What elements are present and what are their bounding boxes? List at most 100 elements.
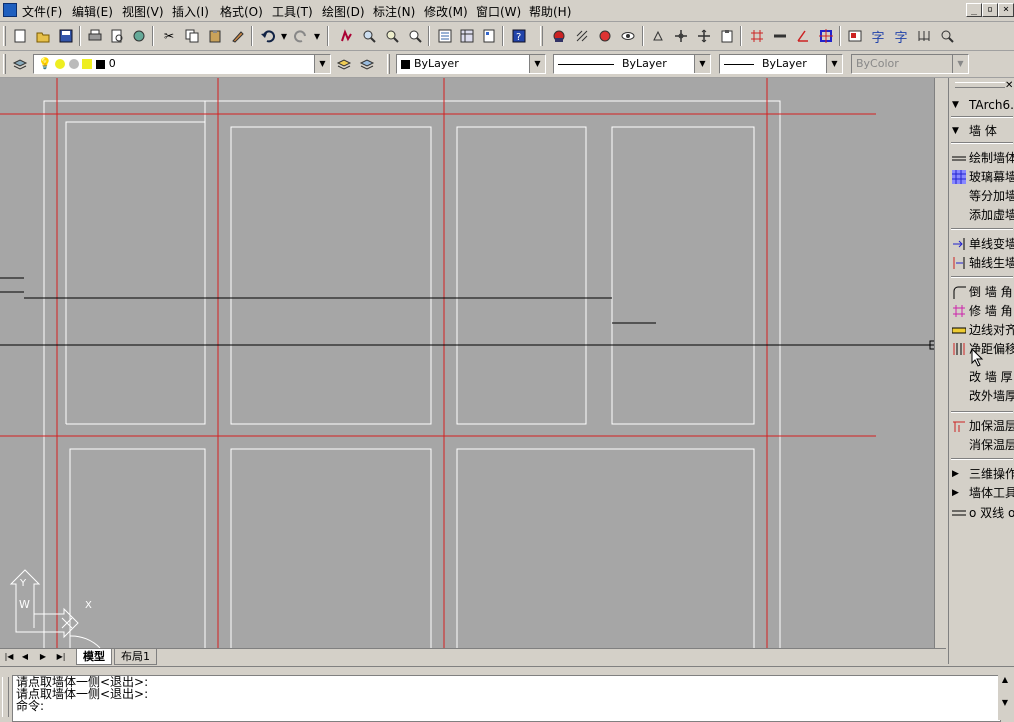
palette-close-icon[interactable]: ✕ (1005, 80, 1013, 91)
palette-item-repair-wall[interactable]: 修 墙 角 (949, 302, 1014, 320)
snap-icon[interactable] (648, 26, 668, 46)
palette-item-change-thickness[interactable]: 改 墙 厚 (949, 368, 1014, 386)
minimize-button[interactable]: _ (966, 3, 982, 17)
redo-dropdown-icon[interactable]: ▾ (313, 26, 321, 46)
linetype-dropdown[interactable]: ByLayer ▼ (553, 54, 711, 74)
grid-icon[interactable] (747, 26, 767, 46)
color-dropdown[interactable]: ByLayer ▼ (396, 54, 546, 74)
command-history[interactable]: 请点取墙体一侧<退出>: 请点取墙体一侧<退出>: 命令: (12, 675, 1001, 722)
clipboard-icon[interactable] (717, 26, 737, 46)
scroll-up-icon[interactable]: ▲ (998, 675, 1012, 684)
image-icon[interactable] (845, 26, 865, 46)
palette-item-divide-wall[interactable]: 等分加墙 (949, 187, 1014, 205)
line-icon[interactable] (770, 26, 790, 46)
tab-layout1[interactable]: 布局1 (114, 649, 157, 665)
app-icon[interactable] (3, 3, 17, 17)
toolbar-grip[interactable] (3, 26, 6, 46)
palette-group-3d[interactable]: ▶ 三维操作 (949, 465, 1014, 483)
palette-item-line-to-wall[interactable]: 单线变墙 (949, 235, 1014, 253)
save-icon[interactable] (56, 26, 76, 46)
menu-modify[interactable]: 修改(M) (424, 3, 468, 20)
palette-item-axis-to-wall[interactable]: 轴线生墙 (949, 254, 1014, 272)
tarch-view-icon[interactable] (549, 26, 569, 46)
palette-title[interactable]: ▼ TArch6.0 (949, 96, 1014, 114)
scroll-down-icon[interactable]: ▼ (998, 698, 1012, 707)
close-button[interactable]: × (998, 3, 1014, 17)
palette-grip[interactable] (955, 82, 1005, 88)
open-file-icon[interactable] (33, 26, 53, 46)
toolbar-grip-tarch[interactable] (540, 26, 543, 46)
palette-item-draw-wall[interactable]: 绘制墙体 (949, 149, 1014, 167)
make-object-layer-current-icon[interactable] (334, 54, 354, 74)
new-file-icon[interactable] (10, 26, 30, 46)
print-icon[interactable] (85, 26, 105, 46)
first-tab-icon[interactable]: |◀ (2, 651, 16, 663)
help-icon[interactable]: ? (509, 26, 529, 46)
multiline-text-icon[interactable]: 字 (891, 26, 911, 46)
undo-dropdown-icon[interactable]: ▾ (280, 26, 288, 46)
command-scrollbar[interactable]: ▲ ▼ (998, 675, 1012, 720)
copy-icon[interactable] (182, 26, 202, 46)
palette-group-wall-tools[interactable]: ▶ 墙体工具 (949, 484, 1014, 502)
angle-icon[interactable] (793, 26, 813, 46)
drawing-canvas[interactable]: Y W X (0, 78, 934, 648)
text-icon[interactable]: 字 (868, 26, 888, 46)
properties-icon[interactable] (435, 26, 455, 46)
menu-dimension[interactable]: 标注(N) (373, 3, 415, 20)
palette-item-curtain-wall[interactable]: 玻璃幕墙 (949, 168, 1014, 186)
tarch-hatch-icon[interactable] (572, 26, 592, 46)
tarch-shade-icon[interactable] (595, 26, 615, 46)
design-center-icon[interactable] (457, 26, 477, 46)
menu-insert[interactable]: 插入(I) (172, 3, 209, 20)
command-grip[interactable] (2, 677, 9, 717)
chevron-down-icon[interactable]: ▼ (314, 55, 330, 73)
palette-footer-double-line[interactable]: o 双线 o (949, 504, 1014, 522)
layer-manager-icon[interactable] (10, 54, 30, 74)
zoom-realtime-icon[interactable] (359, 26, 379, 46)
chevron-down-icon[interactable]: ▼ (529, 55, 545, 73)
menu-file[interactable]: 文件(F) (22, 3, 62, 20)
palette-item-virtual-wall[interactable]: 添加虚墙 (949, 206, 1014, 224)
menu-edit[interactable]: 编辑(E) (72, 3, 113, 20)
undo-icon[interactable] (258, 26, 278, 46)
last-tab-icon[interactable]: ▶| (54, 651, 68, 663)
tab-model[interactable]: 模型 (76, 649, 112, 665)
cut-icon[interactable]: ✂ (159, 26, 179, 46)
palette-item-change-outer-thickness[interactable]: 改外墙厚 (949, 387, 1014, 405)
zoom-previous-icon[interactable] (405, 26, 425, 46)
palette-section-wall[interactable]: ▼ 墙 体 (949, 122, 1014, 140)
next-tab-icon[interactable]: ▶ (36, 651, 50, 663)
box-icon[interactable] (816, 26, 836, 46)
print-preview-icon[interactable] (107, 26, 127, 46)
palette-item-remove-insulation[interactable]: 消保温层 (949, 436, 1014, 454)
palette-item-align-edge[interactable]: 边线对齐 (949, 321, 1014, 339)
chevron-down-icon[interactable]: ▼ (826, 55, 842, 73)
menu-help[interactable]: 帮助(H) (529, 3, 571, 20)
menu-view[interactable]: 视图(V) (122, 3, 164, 20)
command-prompt[interactable]: 命令: (16, 700, 1000, 712)
paste-icon[interactable] (205, 26, 225, 46)
pan-realtime-icon[interactable] (336, 26, 356, 46)
layer-dropdown[interactable]: 💡 0 ▼ (33, 54, 331, 74)
publish-icon[interactable] (129, 26, 149, 46)
menu-tools[interactable]: 工具(T) (272, 3, 313, 20)
query-icon[interactable] (937, 26, 957, 46)
redo-icon[interactable] (291, 26, 311, 46)
match-properties-icon[interactable] (228, 26, 248, 46)
zoom-window-icon[interactable] (382, 26, 402, 46)
menu-draw[interactable]: 绘图(D) (322, 3, 365, 20)
toolbar-grip-layers[interactable] (3, 54, 6, 74)
layer-previous-icon[interactable] (357, 54, 377, 74)
chevron-down-icon[interactable]: ▼ (694, 55, 710, 73)
vertical-scrollbar[interactable] (934, 78, 947, 648)
dimension-icon[interactable] (914, 26, 934, 46)
pan-icon[interactable] (694, 26, 714, 46)
tool-palettes-icon[interactable] (479, 26, 499, 46)
palette-item-fillet-wall[interactable]: 倒 墙 角 (949, 283, 1014, 301)
menu-window[interactable]: 窗口(W) (476, 3, 521, 20)
palette-item-add-insulation[interactable]: 加保温层 (949, 417, 1014, 435)
lineweight-dropdown[interactable]: ByLayer ▼ (719, 54, 843, 74)
move-icon[interactable] (671, 26, 691, 46)
restore-button[interactable]: ▫ (982, 3, 998, 17)
menu-format[interactable]: 格式(O) (220, 3, 263, 20)
